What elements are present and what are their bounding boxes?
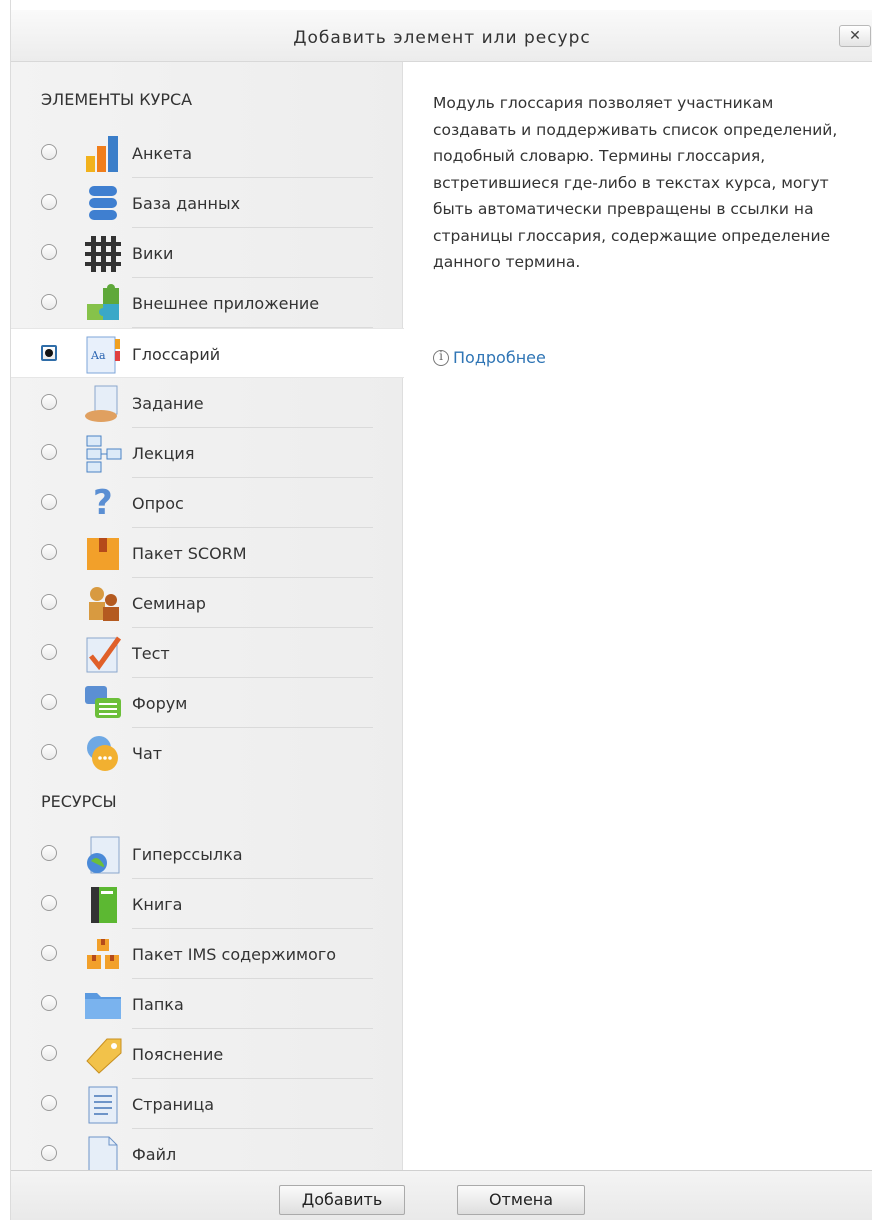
- option-workshop[interactable]: Семинар: [11, 578, 403, 628]
- option-quiz[interactable]: Тест: [11, 628, 403, 678]
- option-glossary[interactable]: Aa Глоссарий: [11, 328, 404, 378]
- option-label: Семинар: [132, 594, 206, 613]
- option-assignment[interactable]: Задание: [11, 378, 403, 428]
- wiki-icon: [83, 234, 123, 274]
- option-label: Анкета: [132, 144, 193, 163]
- option-page[interactable]: Страница: [11, 1079, 403, 1129]
- radio-button[interactable]: [41, 494, 57, 510]
- option-label: Форум: [132, 694, 188, 713]
- option-url[interactable]: Гиперссылка: [11, 829, 403, 879]
- option-label: Пакет IMS содержимого: [132, 945, 337, 964]
- svg-text:?: ?: [93, 484, 113, 523]
- svg-text:Aa: Aa: [90, 349, 106, 362]
- option-label: Страница: [132, 1095, 215, 1114]
- option-scorm[interactable]: Пакет SCORM: [11, 528, 403, 578]
- option-label-resource[interactable]: Пояснение: [11, 1029, 403, 1079]
- radio-button[interactable]: [41, 945, 57, 961]
- radio-button[interactable]: [41, 544, 57, 560]
- label-tag-icon: [83, 1035, 123, 1075]
- option-external-tool[interactable]: Внешнее приложение: [11, 278, 403, 328]
- option-chat[interactable]: Чат: [11, 728, 403, 778]
- add-button[interactable]: Добавить: [279, 1185, 405, 1215]
- radio-button[interactable]: [41, 594, 57, 610]
- close-icon: ✕: [849, 28, 861, 44]
- option-label: Тест: [132, 644, 170, 663]
- page-icon: [83, 1085, 123, 1125]
- radio-button[interactable]: [41, 444, 57, 460]
- add-activity-dialog: Добавить элемент или ресурс ✕ ЭЛЕМЕНТЫ К…: [10, 0, 872, 1220]
- book-icon: [83, 885, 123, 925]
- info-icon: [433, 349, 449, 366]
- activities-heading: ЭЛЕМЕНТЫ КУРСА: [41, 90, 193, 109]
- option-label: База данных: [132, 194, 241, 213]
- option-label: Файл: [132, 1145, 177, 1164]
- option-label: Книга: [132, 895, 183, 914]
- option-label: Внешнее приложение: [132, 294, 320, 313]
- chat-icon: [83, 734, 123, 774]
- more-help-link[interactable]: Подробнее: [433, 348, 546, 367]
- question-icon: ?: [83, 483, 123, 524]
- cancel-button[interactable]: Отмена: [457, 1185, 585, 1215]
- option-label: Опрос: [132, 494, 184, 513]
- resources-heading: РЕСУРСЫ: [41, 792, 117, 811]
- option-lesson[interactable]: Лекция: [11, 428, 403, 478]
- forum-icon: [83, 684, 123, 724]
- option-label: Пакет SCORM: [132, 544, 247, 563]
- option-folder[interactable]: Папка: [11, 979, 403, 1029]
- radio-button[interactable]: [41, 244, 57, 260]
- folder-icon: [83, 985, 123, 1025]
- dialog-title: Добавить элемент или ресурс: [293, 28, 591, 48]
- radio-button[interactable]: [41, 394, 57, 410]
- option-label: Папка: [132, 995, 184, 1014]
- assignment-icon: [83, 384, 123, 424]
- bar-chart-icon: [83, 134, 123, 174]
- option-label: Лекция: [132, 444, 195, 463]
- quiz-check-icon: [83, 634, 123, 674]
- option-label: Гиперссылка: [132, 845, 243, 864]
- radio-button[interactable]: [41, 744, 57, 760]
- module-list-panel[interactable]: ЭЛЕМЕНТЫ КУРСА Анкета База данных Вики В…: [11, 62, 404, 1174]
- radio-button-checked[interactable]: [41, 345, 57, 361]
- file-icon: [83, 1135, 123, 1175]
- option-label: Вики: [132, 244, 174, 263]
- module-summary: Модуль глоссария позволяет участникам со…: [433, 94, 838, 271]
- radio-button[interactable]: [41, 1145, 57, 1161]
- option-feedback[interactable]: Анкета: [11, 128, 403, 178]
- puzzle-icon: [83, 284, 123, 324]
- radio-button[interactable]: [41, 694, 57, 710]
- scorm-package-icon: [83, 534, 123, 574]
- radio-button[interactable]: [41, 895, 57, 911]
- option-label: Глоссарий: [132, 345, 221, 364]
- option-label: Чат: [132, 744, 163, 763]
- radio-button[interactable]: [41, 1095, 57, 1111]
- more-help-label: Подробнее: [453, 348, 546, 367]
- dialog-footer: Добавить Отмена: [11, 1170, 872, 1220]
- radio-button[interactable]: [41, 294, 57, 310]
- radio-button[interactable]: [41, 845, 57, 861]
- option-label: Задание: [132, 394, 204, 413]
- workshop-icon: [83, 584, 123, 624]
- option-book[interactable]: Книга: [11, 879, 403, 929]
- radio-button[interactable]: [41, 644, 57, 660]
- radio-button[interactable]: [41, 144, 57, 160]
- glossary-icon: Aa: [83, 335, 123, 375]
- radio-button[interactable]: [41, 1045, 57, 1061]
- url-globe-icon: [83, 835, 123, 875]
- option-label: Пояснение: [132, 1045, 224, 1064]
- option-database[interactable]: База данных: [11, 178, 403, 228]
- radio-button[interactable]: [41, 194, 57, 210]
- option-choice[interactable]: ? Опрос: [11, 478, 403, 528]
- option-wiki[interactable]: Вики: [11, 228, 403, 278]
- lesson-icon: [83, 434, 123, 474]
- database-icon: [83, 184, 123, 224]
- dialog-header: Добавить элемент или ресурс ✕: [11, 10, 872, 62]
- option-forum[interactable]: Форум: [11, 678, 403, 728]
- ims-package-icon: [83, 935, 123, 975]
- close-button[interactable]: ✕: [839, 25, 871, 47]
- option-ims-package[interactable]: Пакет IMS содержимого: [11, 929, 403, 979]
- radio-button[interactable]: [41, 995, 57, 1011]
